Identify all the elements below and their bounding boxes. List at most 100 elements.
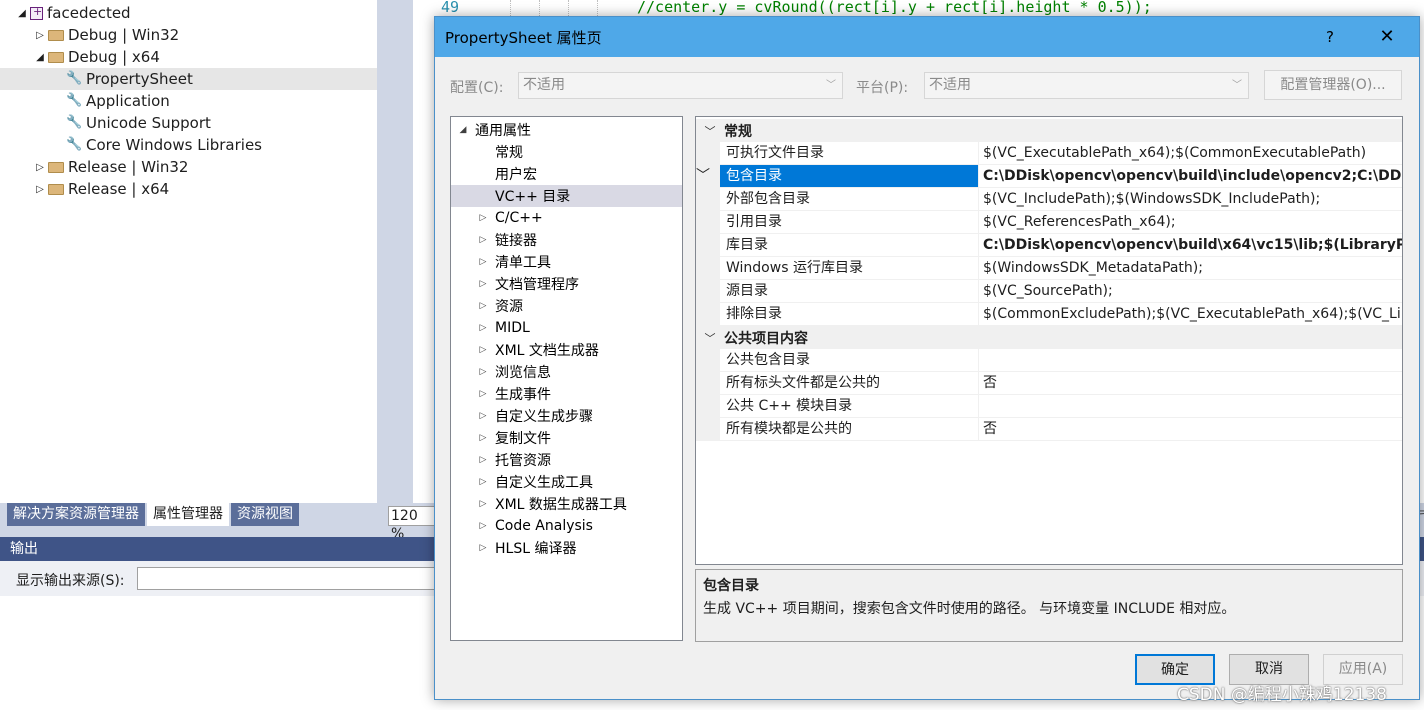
expand-icon[interactable]: ▷ (476, 411, 490, 421)
property-value[interactable] (979, 395, 1402, 418)
nav-item[interactable]: ▷ 自定义生成步骤 (451, 405, 682, 427)
property-value[interactable]: $(VC_SourcePath); (979, 280, 1402, 303)
nav-item[interactable]: ▷ MIDL (451, 317, 682, 339)
expand-icon[interactable]: ▷ (476, 455, 490, 465)
expand-icon[interactable]: ▷ (34, 184, 46, 195)
expand-icon[interactable]: ▷ (476, 345, 490, 355)
close-button[interactable]: ✕ (1371, 23, 1403, 51)
nav-item[interactable]: ▷ 浏览信息 (451, 361, 682, 383)
expand-icon[interactable]: ▷ (34, 30, 46, 41)
expand-icon[interactable]: ▷ (476, 367, 490, 377)
nav-item[interactable]: ▷ 清单工具 (451, 251, 682, 273)
property-row[interactable]: 外部包含目录 $(VC_IncludePath);$(WindowsSDK_Inc… (696, 188, 1402, 211)
property-value[interactable] (979, 349, 1402, 372)
nav-item[interactable]: ◢ 通用属性 (451, 119, 682, 141)
property-value[interactable]: C:\DDisk\opencv\opencv\build\x64\vc15\li… (979, 234, 1402, 257)
nav-item-label: Code Analysis (495, 518, 593, 534)
property-row[interactable]: 包含目录 C:\DDisk\opencv\opencv\build\include… (696, 165, 1402, 188)
property-row[interactable]: 排除目录 $(CommonExcludePath);$(VC_Executable… (696, 303, 1402, 326)
expand-icon[interactable]: ▷ (476, 521, 490, 531)
expand-icon[interactable]: ◢ (16, 8, 28, 19)
property-value[interactable]: $(VC_ExecutablePath_x64);$(CommonExecuta… (979, 142, 1402, 165)
row-gutter (696, 280, 720, 303)
expand-icon[interactable]: ▷ (476, 543, 490, 553)
nav-item[interactable]: ▷ Code Analysis (451, 515, 682, 537)
property-value[interactable]: $(CommonExcludePath);$(VC_ExecutablePath… (979, 303, 1402, 326)
expand-icon[interactable]: ▷ (34, 162, 46, 173)
expand-icon[interactable]: ◢ (456, 125, 470, 135)
nav-item[interactable]: VC++ 目录 (451, 185, 682, 207)
expand-icon[interactable]: ▷ (476, 323, 490, 333)
property-row[interactable]: 公共包含目录 (696, 349, 1402, 372)
dialog-titlebar[interactable]: PropertySheet 属性页 ? ✕ (435, 17, 1419, 57)
dropdown-button[interactable]: ﹀ (696, 165, 710, 185)
nav-item[interactable]: 常规 (451, 141, 682, 163)
tab-property-manager[interactable]: 属性管理器 (147, 503, 229, 526)
property-value[interactable]: $(WindowsSDK_MetadataPath); (979, 257, 1402, 280)
tree-item[interactable]: 🔧 PropertySheet (0, 68, 377, 90)
property-row[interactable]: 引用目录 $(VC_ReferencesPath_x64); (696, 211, 1402, 234)
expand-icon[interactable]: ▷ (476, 257, 490, 267)
property-row[interactable]: 可执行文件目录 $(VC_ExecutablePath_x64);$(Common… (696, 142, 1402, 165)
output-source-select[interactable] (137, 567, 447, 590)
configuration-select[interactable]: 不适用 ﹀ (518, 72, 843, 99)
expand-icon[interactable]: ▷ (476, 279, 490, 289)
expand-icon[interactable]: ◢ (34, 52, 46, 63)
nav-item[interactable]: 用户宏 (451, 163, 682, 185)
zoom-level[interactable]: 120 % (388, 506, 436, 542)
property-grid[interactable]: ﹀ 常规 可执行文件目录 $(VC_ExecutablePath_x64);$(Com… (695, 116, 1403, 565)
tree-item[interactable]: 🔧 Unicode Support (0, 112, 377, 134)
collapse-icon[interactable]: ﹀ (696, 123, 724, 139)
nav-item[interactable]: ▷ XML 数据生成器工具 (451, 493, 682, 515)
expand-icon[interactable]: ▷ (476, 499, 490, 509)
nav-item[interactable]: ▷ C/C++ (451, 207, 682, 229)
tree-item[interactable]: ◢ Debug | x64 (0, 46, 377, 68)
nav-item[interactable]: ▷ 资源 (451, 295, 682, 317)
collapse-icon[interactable]: ﹀ (696, 330, 724, 346)
nav-item[interactable]: ▷ XML 文档生成器 (451, 339, 682, 361)
grid-category[interactable]: ﹀ 公共项目内容 (696, 326, 1402, 349)
watermark: CSDN @编程小辣鸡12138 (1177, 685, 1387, 705)
nav-item[interactable]: ▷ 文档管理程序 (451, 273, 682, 295)
property-value[interactable]: 否 (979, 418, 1402, 441)
property-row[interactable]: 库目录 C:\DDisk\opencv\opencv\build\x64\vc15… (696, 234, 1402, 257)
configuration-manager-button[interactable]: 配置管理器(O)... (1264, 70, 1402, 100)
nav-item[interactable]: ▷ HLSL 编译器 (451, 537, 682, 559)
property-value[interactable]: C:\DDisk\opencv\opencv\build\include\ope… (979, 165, 1402, 188)
platform-select[interactable]: 不适用 ﹀ (924, 72, 1249, 99)
property-value[interactable]: 否 (979, 372, 1402, 395)
nav-item[interactable]: ▷ 托管资源 (451, 449, 682, 471)
code-line[interactable]: //center.y = cvRound((rect[i].y + rect[i… (637, 0, 1152, 16)
tab-resource-view[interactable]: 资源视图 (231, 503, 299, 526)
nav-item-label: 自定义生成步骤 (495, 409, 593, 425)
tab-solution-explorer[interactable]: 解决方案资源管理器 (7, 503, 145, 526)
tree-item[interactable]: ▷ Release | x64 (0, 178, 377, 200)
expand-icon[interactable]: ▷ (476, 389, 490, 399)
property-value[interactable]: $(VC_IncludePath);$(WindowsSDK_IncludePa… (979, 188, 1402, 211)
category-tree[interactable]: ◢ 通用属性 常规 用户宏 VC++ 目录 ▷ C/C++ ▷ 链接器 ▷ 清单工具 ▷ 文档管理程序 ▷… (450, 116, 683, 641)
property-row[interactable]: 源目录 $(VC_SourcePath); (696, 280, 1402, 303)
expand-icon[interactable]: ▷ (476, 477, 490, 487)
nav-item-label: 常规 (495, 145, 523, 161)
property-value[interactable]: $(VC_ReferencesPath_x64); (979, 211, 1402, 234)
expand-icon[interactable]: ▷ (476, 213, 490, 223)
expand-icon[interactable]: ▷ (476, 433, 490, 443)
tree-item[interactable]: ▷ Debug | Win32 (0, 24, 377, 46)
nav-item[interactable]: ▷ 自定义生成工具 (451, 471, 682, 493)
expand-icon[interactable]: ▷ (476, 301, 490, 311)
nav-item[interactable]: ▷ 生成事件 (451, 383, 682, 405)
tree-item[interactable]: ▷ Release | Win32 (0, 156, 377, 178)
property-row[interactable]: 公共 C++ 模块目录 (696, 395, 1402, 418)
property-row[interactable]: Windows 运行库目录 $(WindowsSDK_MetadataPath); (696, 257, 1402, 280)
tree-item-project[interactable]: ◢ facedected (0, 2, 377, 24)
tree-item-label: Debug | x64 (68, 48, 160, 66)
nav-item[interactable]: ▷ 链接器 (451, 229, 682, 251)
expand-icon[interactable]: ▷ (476, 235, 490, 245)
tree-item[interactable]: 🔧 Application (0, 90, 377, 112)
property-row[interactable]: 所有标头文件都是公共的否 (696, 372, 1402, 395)
help-button[interactable]: ? (1315, 25, 1345, 49)
property-row[interactable]: 所有模块都是公共的否 (696, 418, 1402, 441)
tree-item[interactable]: 🔧 Core Windows Libraries (0, 134, 377, 156)
nav-item[interactable]: ▷ 复制文件 (451, 427, 682, 449)
grid-category[interactable]: ﹀ 常规 (696, 119, 1402, 142)
